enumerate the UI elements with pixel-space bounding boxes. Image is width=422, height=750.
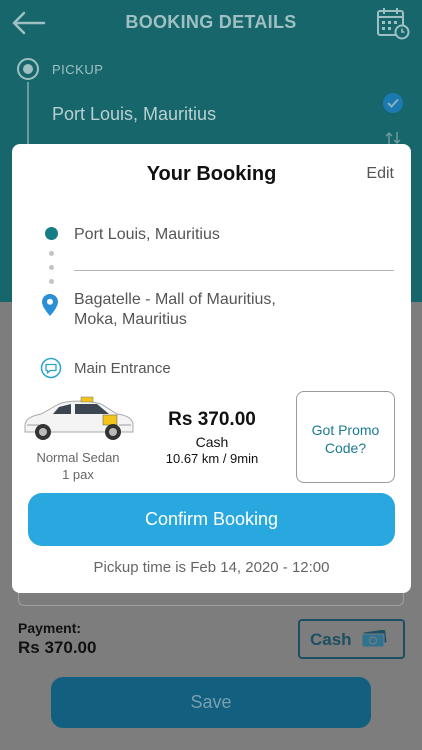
promo-code-label: Got Promo Code? xyxy=(311,422,380,456)
destination-address: Bagatelle - Mall of Mauritius, Moka, Mau… xyxy=(74,290,394,330)
pickup-time-text: Pickup time is Feb 14, 2020 - 12:00 xyxy=(93,559,330,576)
chat-bubble-icon xyxy=(40,357,62,379)
pickup-note: Main Entrance xyxy=(74,360,171,377)
route-line xyxy=(27,82,29,144)
payment-method-button[interactable]: Cash xyxy=(298,619,405,659)
route-dot xyxy=(49,251,54,256)
confirm-booking-label: Confirm Booking xyxy=(144,509,279,529)
origin-dot-icon xyxy=(45,227,58,240)
swap-locations-icon[interactable] xyxy=(384,131,402,145)
destination-line-1: Bagatelle - Mall of Mauritius, xyxy=(74,291,276,308)
route-dot xyxy=(49,279,54,284)
trip-distance-time: 10.67 km / 9min xyxy=(165,451,259,466)
cash-icon xyxy=(361,630,387,648)
promo-code-button[interactable]: Got Promo Code? xyxy=(296,391,395,483)
destination-line-2: Moka, Mauritius xyxy=(74,311,187,328)
confirm-booking-button[interactable]: Confirm Booking xyxy=(28,493,395,546)
app-header: BOOKING DETAILS xyxy=(0,0,422,46)
sedan-car-image xyxy=(24,396,134,440)
save-button-label: Save xyxy=(190,692,232,712)
pickup-label: PICKUP xyxy=(52,62,104,77)
fare-payment-method: Cash xyxy=(195,434,229,450)
divider xyxy=(74,270,394,271)
check-icon xyxy=(383,93,403,113)
payment-label: Payment: xyxy=(18,620,82,636)
booking-summary-card: Your Booking Edit Port Louis, Mauritius … xyxy=(12,144,411,593)
page-title: BOOKING DETAILS xyxy=(125,12,297,32)
schedule-button[interactable] xyxy=(376,6,410,40)
pickup-location-field[interactable]: Port Louis, Mauritius xyxy=(52,104,216,125)
vehicle-capacity: 1 pax xyxy=(62,467,94,482)
card-title: Your Booking xyxy=(146,163,277,185)
route-dot xyxy=(49,265,54,270)
origin-address: Port Louis, Mauritius xyxy=(74,226,220,243)
calendar-clock-icon xyxy=(377,8,410,40)
map-pin-icon xyxy=(42,294,58,316)
payment-method-label: Cash xyxy=(310,630,352,649)
vehicle-type: Normal Sedan xyxy=(36,450,120,465)
fare-price: Rs 370.00 xyxy=(168,409,256,430)
save-button[interactable]: Save xyxy=(51,677,371,728)
payment-amount: Rs 370.00 xyxy=(18,638,97,657)
edit-button[interactable]: Edit xyxy=(366,165,394,183)
pickup-marker-icon xyxy=(17,58,39,80)
